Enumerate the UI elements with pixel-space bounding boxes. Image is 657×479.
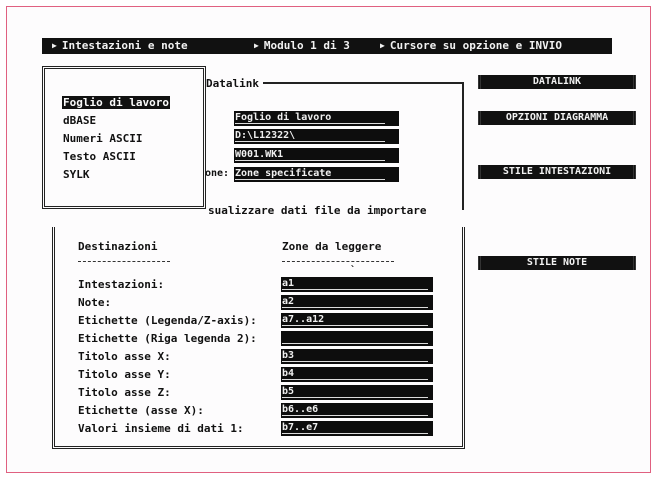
row-label-valori-insieme: Valori insieme di dati 1: (78, 422, 244, 435)
datalink-title: Datalink (206, 77, 263, 90)
row-label-etichette-riga: Etichette (Riga legenda 2): (78, 332, 257, 345)
source-type-field[interactable]: Foglio di lavoro (234, 111, 399, 126)
datalink-button[interactable]: DATALINK (478, 75, 636, 89)
status-segment: ▶ Modulo 1 di 3 (254, 39, 350, 52)
row-label-titolo-asse-x: Titolo asse X: (78, 350, 171, 363)
zone-field-intestazioni[interactable]: a1 (281, 277, 433, 292)
zone-field-note[interactable]: a2 (281, 295, 433, 310)
row-label-etichette-asse-x: Etichette (asse X): (78, 404, 204, 417)
menu-item-foglio-di-lavoro[interactable]: Foglio di lavoro (62, 96, 170, 109)
status-segment: ▶ Cursore su opzione e INVIO (380, 39, 563, 52)
cursor-mark: ` (350, 265, 357, 276)
menu-item-sylk[interactable]: SYLK (62, 168, 91, 181)
header-underline (78, 261, 170, 262)
triangle-right-icon: ▶ (52, 41, 57, 50)
zone-option-label: one: (205, 168, 230, 179)
header-underline (282, 261, 394, 262)
status-bar: ▶ Intestazioni e note ▶ Modulo 1 di 3 ▶ Cur… (42, 38, 612, 54)
visualize-data-option[interactable]: sualizzare dati file da importare (208, 204, 427, 217)
row-label-titolo-asse-y: Titolo asse Y: (78, 368, 171, 381)
zone-field-etichette-legenda[interactable]: a7..a12 (281, 313, 433, 328)
row-label-note: Note: (78, 296, 112, 309)
status-segment: ▶ Intestazioni e note (52, 39, 188, 52)
zone-field-valori-insieme[interactable]: b7..e7 (281, 421, 433, 436)
stile-note-button[interactable]: STILE NOTE (478, 256, 636, 270)
row-label-intestazioni: Intestazioni: (78, 278, 165, 291)
menu-item-numeri-ascii[interactable]: Numeri ASCII (62, 132, 143, 145)
datalink-panel (200, 82, 464, 210)
zone-field-titolo-asse-y[interactable]: b4 (281, 367, 433, 382)
zone-option-field[interactable]: Zone specificate (234, 167, 399, 182)
stile-intestazioni-button[interactable]: STILE INTESTAZIONI (478, 165, 636, 179)
opzioni-diagramma-button[interactable]: OPZIONI DIAGRAMMA (478, 111, 636, 125)
row-label-etichette-legenda: Etichette (Legenda/Z-axis): (78, 314, 257, 327)
file-field[interactable]: W001.WK1 (234, 148, 399, 163)
triangle-right-icon: ▶ (254, 41, 259, 50)
destinations-header: Destinazioni (78, 240, 158, 253)
zones-header: Zone da leggere (282, 240, 382, 253)
menu-item-testo-ascii[interactable]: Testo ASCII (62, 150, 137, 163)
triangle-right-icon: ▶ (380, 41, 385, 50)
row-label-titolo-asse-z: Titolo asse Z: (78, 386, 171, 399)
zone-field-etichette-asse-x[interactable]: b6..e6 (281, 403, 433, 418)
zone-field-etichette-riga[interactable] (281, 331, 433, 346)
menu-item-dbase[interactable]: dBASE (62, 114, 97, 127)
zone-field-titolo-asse-z[interactable]: b5 (281, 385, 433, 400)
zone-field-titolo-asse-x[interactable]: b3 (281, 349, 433, 364)
path-field[interactable]: D:\L12322\ (234, 129, 399, 144)
